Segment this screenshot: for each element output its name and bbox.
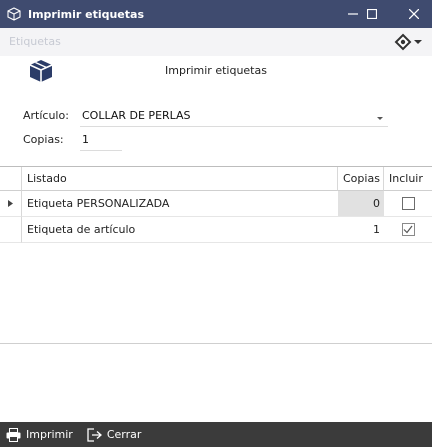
chevron-down-icon[interactable] [376, 112, 384, 120]
close-button[interactable] [396, 0, 432, 28]
tab-etiquetas[interactable]: Etiquetas [9, 35, 61, 48]
tab-strip: Etiquetas [0, 28, 432, 56]
close-label: Cerrar [106, 428, 142, 441]
check-icon [403, 225, 413, 234]
column-header-listado[interactable]: Listado [22, 167, 338, 191]
exit-icon [87, 427, 102, 442]
dialog-heading: Imprimir etiquetas [165, 64, 267, 77]
row-selector[interactable] [0, 217, 22, 243]
copias-value: 1 [82, 133, 89, 146]
incluir-checkbox-checked[interactable] [401, 223, 415, 236]
row-indicator-icon[interactable] [0, 191, 22, 217]
divider [0, 343, 432, 344]
table-row-incluir[interactable] [384, 191, 432, 217]
table-row-listado[interactable]: Etiqueta de artículo [22, 217, 338, 243]
copias-input[interactable]: 1 [80, 133, 122, 151]
incluir-checkbox[interactable] [401, 197, 415, 210]
articulo-value: COLLAR DE PERLAS [82, 109, 191, 122]
column-header-incluir[interactable]: Incluir [384, 167, 432, 191]
table-row-listado[interactable]: Etiqueta PERSONALIZADA [22, 191, 338, 217]
row-selector-header [0, 167, 22, 191]
copias-label: Copias: [23, 133, 64, 146]
articulo-label: Artículo: [23, 109, 69, 122]
printer-icon [6, 427, 21, 442]
print-button[interactable]: Imprimir [6, 427, 73, 442]
table-row-copias[interactable]: 1 [338, 217, 384, 243]
box-icon [6, 6, 22, 22]
footer-toolbar: Imprimir Cerrar [0, 422, 432, 447]
window-title: Imprimir etiquetas [28, 7, 144, 21]
table-row-incluir[interactable] [384, 217, 432, 243]
print-label: Imprimir [26, 428, 73, 441]
articulo-select[interactable]: COLLAR DE PERLAS [80, 109, 388, 127]
maximize-button[interactable] [354, 0, 390, 28]
table-row-copias[interactable]: 0 [338, 191, 384, 217]
column-header-copias[interactable]: Copias [338, 167, 384, 191]
close-dialog-button[interactable]: Cerrar [87, 427, 142, 442]
title-bar: Imprimir etiquetas [0, 0, 432, 28]
tab-menu-button[interactable] [394, 33, 424, 51]
labels-table: Listado Copias Incluir Etiqueta PERSONAL… [0, 166, 432, 244]
